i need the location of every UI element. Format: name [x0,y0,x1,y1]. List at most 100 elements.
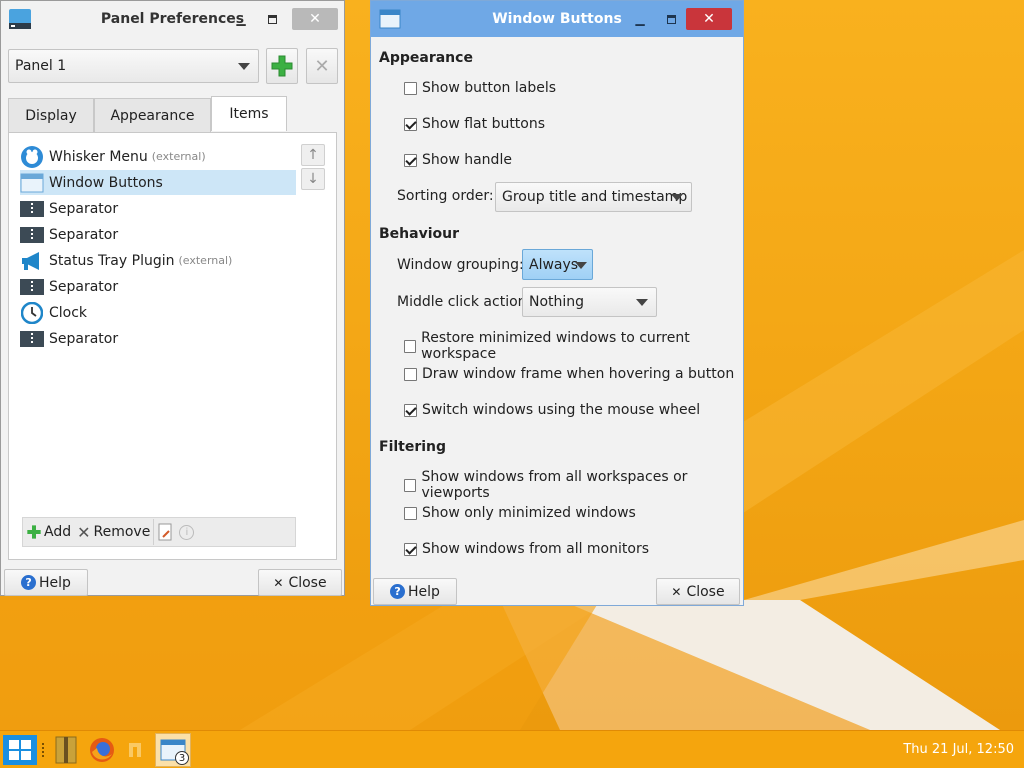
tab-label: Items [229,106,269,122]
close-icon: ✕ [77,522,91,542]
checkbox-box [404,367,417,381]
item-label: Status Tray Plugin [49,252,175,269]
whisker-menu-icon [20,145,44,169]
panel-preferences-window: Panel Preferences ▁ ✕ Panel 1 ✕ Display … [0,0,345,596]
section-behaviour: Behaviour [379,226,459,242]
close-window-button[interactable]: ✕ [686,8,732,30]
tab-items[interactable]: Items [211,96,287,131]
maximize-icon [666,14,676,24]
checkbox-label: Show handle [422,152,512,168]
tab-display[interactable]: Display [8,98,94,132]
checkbox-label: Switch windows using the mouse wheel [422,402,701,418]
remove-panel-button[interactable]: ✕ [306,48,338,84]
close-button[interactable]: ✕ Close [656,578,740,605]
chevron-down-icon [238,63,250,70]
switch-windows-wheel-checkbox[interactable]: Switch windows using the mouse wheel [404,402,700,418]
remove-label: Remove [93,524,151,540]
close-label: Close [686,583,725,600]
chevron-down-icon [636,299,648,306]
plus-icon [27,525,41,539]
items-panel: Whisker Menu (external) Window Buttons S… [8,132,337,560]
checkbox-box [404,81,417,95]
sorting-order-select[interactable]: Group title and timestamp [495,182,692,212]
move-up-button[interactable]: ↑ [301,144,325,166]
firefox-launcher[interactable] [86,735,118,765]
close-icon: ✕ [671,584,682,599]
edit-item-button[interactable] [153,519,176,545]
list-item[interactable]: Status Tray Plugin (external) [20,248,296,273]
window-grouping-value: Always [529,256,579,273]
sorting-order-label: Sorting order: [397,188,494,204]
item-tag: (external) [178,254,233,267]
archive-manager-launcher[interactable] [52,735,80,765]
arrow-down-icon: ↓ [307,171,319,187]
add-panel-button[interactable] [266,48,298,84]
minimize-button[interactable]: ▁ [630,9,650,29]
checkbox-box [404,478,417,492]
clock-icon [20,301,44,325]
separator-icon [20,197,44,221]
item-label: Whisker Menu [49,148,148,165]
only-minimized-checkbox[interactable]: Show only minimized windows [404,505,636,521]
list-item[interactable]: Separator [20,274,296,299]
maximize-button[interactable] [262,9,282,29]
whisker-menu-button[interactable] [2,735,38,765]
window-grouping-label: Window grouping: [397,257,524,273]
panel-select[interactable]: Panel 1 [8,49,259,83]
help-icon: ? [390,584,406,599]
list-item[interactable]: Separator [20,222,296,247]
close-window-button[interactable]: ✕ [292,8,338,30]
titlebar[interactable]: Window Buttons ▁ ✕ [371,1,743,37]
checkbox-box [404,542,417,556]
maximize-icon [267,14,277,24]
help-label: Help [408,583,440,600]
about-item-button[interactable]: i [176,519,197,545]
minimize-button[interactable]: ▁ [231,9,251,29]
help-button[interactable]: ? Help [373,578,457,605]
close-icon: ✕ [309,11,321,27]
list-item[interactable]: Separator [20,326,296,351]
middle-click-select[interactable]: Nothing [522,287,657,317]
tab-appearance[interactable]: Appearance [94,98,211,132]
checkbox-label: Show button labels [422,80,557,96]
files-launcher[interactable] [122,735,148,765]
list-item[interactable]: Separator [20,196,296,221]
restore-minimized-checkbox[interactable]: Restore minimized windows to current wor… [404,330,743,362]
window-grouping-select[interactable]: Always [522,249,593,280]
all-workspaces-checkbox[interactable]: Show windows from all workspaces or view… [404,469,743,501]
window-icon [20,171,44,195]
clock[interactable]: Thu 21 Jul, 12:50 [903,742,1014,757]
remove-item-button[interactable]: ✕ Remove [74,519,153,545]
add-item-button[interactable]: Add [23,519,74,545]
checkbox-label: Draw window frame when hovering a button [422,366,735,382]
close-button[interactable]: ✕ Close [258,569,342,596]
checkbox-label: Show windows from all monitors [422,541,649,557]
separator-icon [20,275,44,299]
draw-window-frame-checkbox[interactable]: Draw window frame when hovering a button [404,366,734,382]
close-icon: ✕ [314,55,330,77]
show-button-labels-checkbox[interactable]: Show button labels [404,80,556,96]
arrow-up-icon: ↑ [307,147,319,163]
all-monitors-checkbox[interactable]: Show windows from all monitors [404,541,649,557]
maximize-button[interactable] [661,9,681,29]
info-icon: i [179,524,195,540]
firefox-icon [90,738,114,762]
folder-icon [129,743,141,757]
close-icon: ✕ [273,575,284,590]
checkbox-box [404,339,417,353]
separator-icon [20,327,44,351]
list-item[interactable]: Whisker Menu (external) [20,144,296,169]
move-down-button[interactable]: ↓ [301,168,325,190]
list-item[interactable]: Clock [20,300,296,325]
chevron-down-icon [575,261,587,269]
window-buttons-task[interactable]: 3 [155,733,191,767]
items-toolbar: Add ✕ Remove i [22,517,296,547]
help-button[interactable]: ? Help [4,569,88,596]
checkbox-label: Show windows from all workspaces or view… [421,469,688,501]
titlebar[interactable]: Panel Preferences ▁ ✕ [1,1,344,37]
show-handle-checkbox[interactable]: Show handle [404,152,512,168]
checkbox-label: Restore minimized windows to current wor… [421,330,690,362]
list-item[interactable]: Window Buttons [20,170,296,195]
show-flat-buttons-checkbox[interactable]: Show flat buttons [404,116,545,132]
minimize-icon: ▁ [236,12,246,26]
